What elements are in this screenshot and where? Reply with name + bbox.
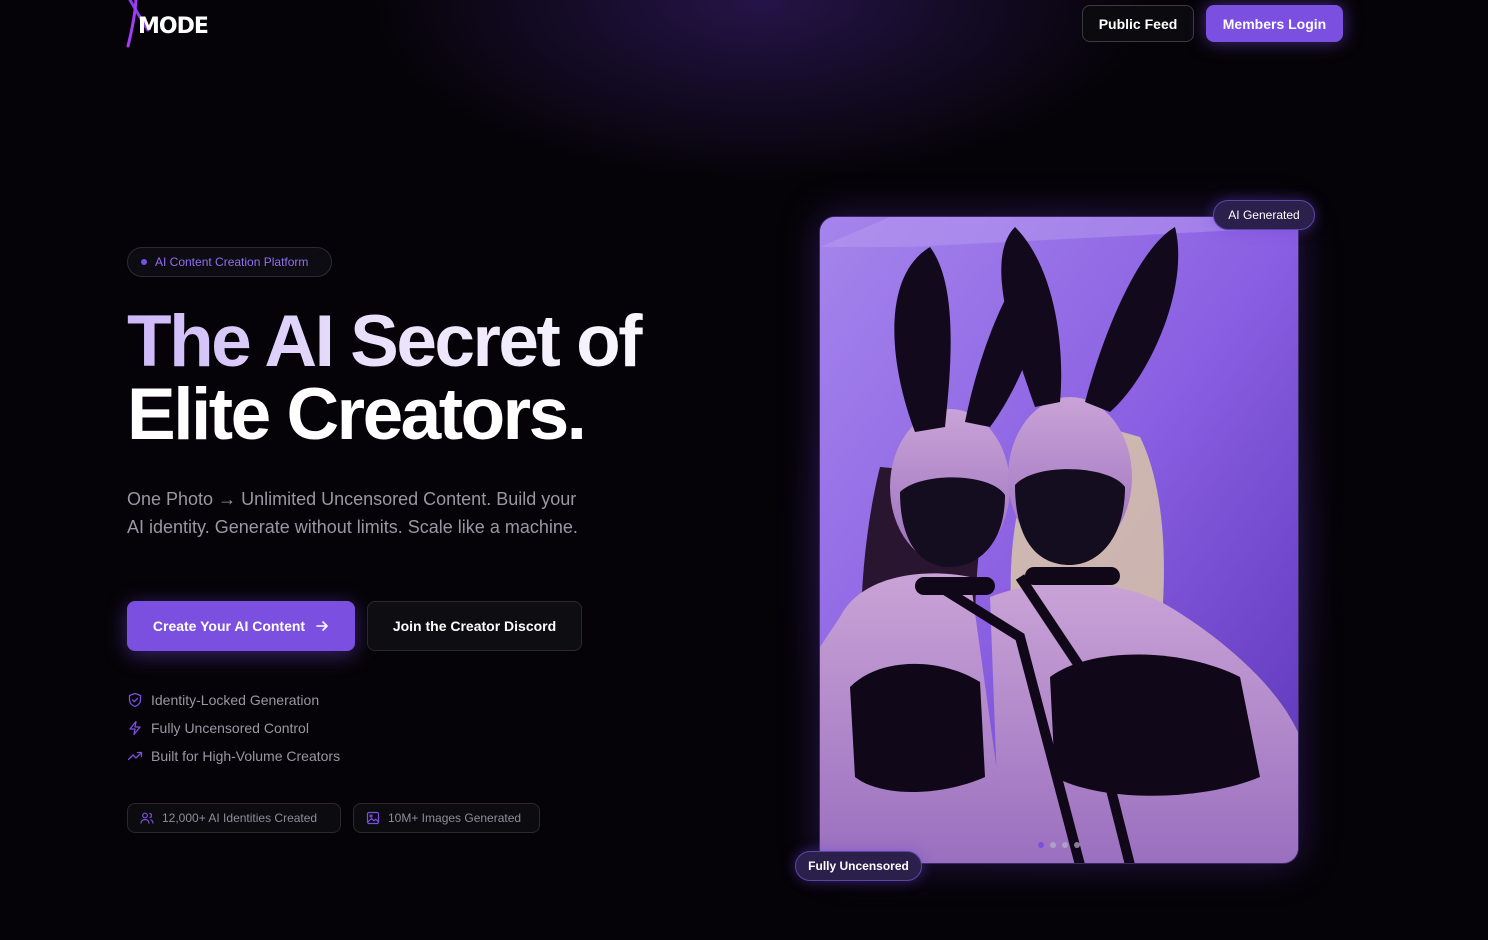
shield-check-icon (128, 692, 142, 708)
logo-text: MODE (138, 14, 209, 39)
ai-generated-tag: AI Generated (1213, 200, 1315, 230)
lightning-icon (129, 720, 141, 736)
image-icon (366, 811, 380, 825)
headline-line-2: Elite Creators. (127, 374, 587, 455)
logo[interactable]: MODE (126, 0, 216, 48)
users-icon (140, 812, 154, 824)
join-discord-button[interactable]: Join the Creator Discord (367, 601, 582, 651)
headline-line-1: The AI Secret of (127, 305, 727, 378)
carousel-dot[interactable] (1074, 842, 1080, 848)
carousel-dot[interactable] (1050, 842, 1056, 848)
stat-label: 10M+ Images Generated (388, 811, 522, 825)
hero-subtext: One Photo → Unlimited Uncensored Content… (127, 489, 578, 537)
feature-item: Built for High-Volume Creators (127, 742, 340, 770)
create-ai-content-label: Create Your AI Content (152, 618, 306, 634)
stat-label: 12,000+ AI Identities Created (162, 811, 318, 825)
ai-generated-label: AI Generated (1228, 208, 1300, 222)
trending-up-icon (127, 751, 143, 761)
hero-headline: The AI Secret of Elite Creators. (127, 305, 727, 451)
members-login-button[interactable]: Members Login (1206, 5, 1343, 42)
fully-uncensored-label: Fully Uncensored (808, 859, 909, 873)
public-feed-label: Public Feed (1098, 15, 1178, 32)
feature-label: Identity-Locked Generation (151, 692, 320, 708)
join-discord-label: Join the Creator Discord (392, 618, 557, 634)
feature-item: Fully Uncensored Control (127, 714, 340, 742)
showcase-image[interactable] (819, 216, 1299, 864)
create-ai-content-button[interactable]: Create Your AI Content (127, 601, 355, 651)
platform-badge: AI Content Creation Platform (127, 247, 332, 277)
badge-dot-icon (141, 259, 147, 265)
carousel-dot[interactable] (1062, 842, 1068, 848)
platform-badge-label: AI Content Creation Platform (155, 255, 309, 269)
fully-uncensored-tag: Fully Uncensored (795, 851, 922, 881)
members-login-label: Members Login (1222, 15, 1327, 32)
carousel-dots (1038, 842, 1080, 848)
feature-list: Identity-Locked Generation Fully Uncenso… (127, 686, 340, 770)
carousel-dot[interactable] (1038, 842, 1044, 848)
arrow-right-icon (316, 621, 328, 631)
stat-badge-images: 10M+ Images Generated (353, 803, 540, 833)
feature-label: Built for High-Volume Creators (151, 748, 341, 764)
feature-label: Fully Uncensored Control (151, 720, 309, 736)
feature-item: Identity-Locked Generation (127, 686, 340, 714)
stat-badge-identities: 12,000+ AI Identities Created (127, 803, 341, 833)
public-feed-button[interactable]: Public Feed (1082, 5, 1194, 42)
showcase-illustration (820, 217, 1298, 863)
